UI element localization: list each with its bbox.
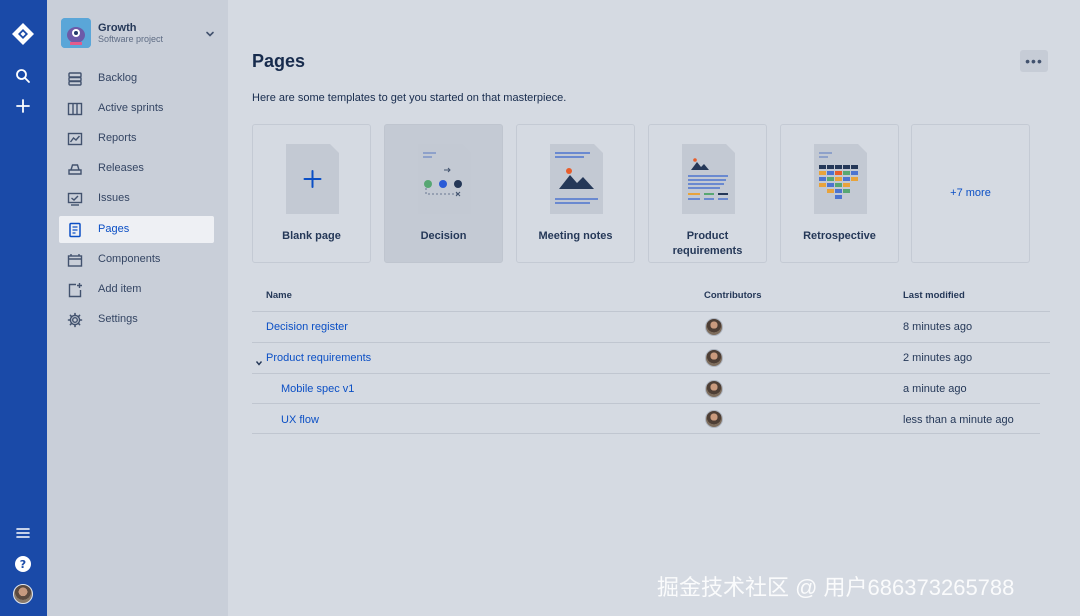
sidebar-item-label: Reports <box>98 132 137 144</box>
sidebar-item-add-item[interactable]: Add item <box>59 276 214 303</box>
more-templates-link[interactable]: +7 more <box>912 187 1029 199</box>
watermark: 掘金技术社区 @ 用户686373265788 <box>657 575 1015 600</box>
template-label: Retrospective <box>803 230 876 242</box>
divider <box>252 403 1040 404</box>
project-name: Growth <box>98 22 137 34</box>
create-icon[interactable] <box>11 94 35 118</box>
page-link[interactable]: Decision register <box>266 321 348 333</box>
sidebar-item-label: Active sprints <box>98 102 164 114</box>
sidebar-item-backlog[interactable]: Backlog <box>59 65 214 92</box>
divider <box>252 373 1050 374</box>
sidebar-item-label: Releases <box>98 162 144 174</box>
intro-text: Here are some templates to get you start… <box>252 92 567 104</box>
user-avatar[interactable] <box>13 584 33 604</box>
help-icon[interactable]: ? <box>11 552 35 576</box>
sidebar-item-label: Issues <box>98 192 130 204</box>
more-options-button[interactable]: ••• <box>1020 50 1048 72</box>
project-switcher[interactable]: Growth Software project <box>61 18 216 50</box>
column-header-name[interactable]: Name <box>266 290 292 301</box>
jira-logo-icon[interactable] <box>11 22 35 46</box>
global-nav: ? <box>0 0 47 616</box>
sidebar-item-components[interactable]: Components <box>59 246 214 273</box>
last-modified: 8 minutes ago <box>903 321 973 333</box>
board-icon <box>67 101 83 117</box>
search-icon[interactable] <box>11 64 35 88</box>
reports-icon <box>67 131 83 147</box>
column-header-contributors: Contributors <box>704 290 762 301</box>
last-modified: a minute ago <box>903 383 967 395</box>
divider <box>252 342 1050 343</box>
svg-text:?: ? <box>20 558 26 571</box>
last-modified: less than a minute ago <box>903 414 1014 426</box>
blank-page-icon <box>286 144 339 214</box>
chevron-down-icon[interactable] <box>255 354 263 366</box>
template-card-decision[interactable]: Decision <box>384 124 503 263</box>
template-label: Decision <box>420 230 467 242</box>
contributor-avatar[interactable] <box>705 380 723 398</box>
divider <box>252 311 1050 312</box>
contributor-avatar[interactable] <box>705 410 723 428</box>
page-title: Pages <box>252 51 306 71</box>
project-avatar-icon <box>61 18 91 48</box>
project-sidebar: Growth Software project Backlog Active s… <box>47 0 228 616</box>
main-content: Pages ••• Here are some templates to get… <box>228 0 1080 616</box>
page-link[interactable]: Mobile spec v1 <box>281 383 354 395</box>
sidebar-item-settings[interactable]: Settings <box>59 306 214 333</box>
sidebar-item-label: Backlog <box>98 72 138 84</box>
retrospective-icon <box>814 144 867 214</box>
last-modified: 2 minutes ago <box>903 352 973 364</box>
template-card-retrospective[interactable]: Retrospective <box>780 124 899 263</box>
chevron-down-icon[interactable] <box>204 27 216 39</box>
sidebar-item-label: Pages <box>98 223 130 235</box>
template-label: Blank page <box>282 230 341 242</box>
contributor-avatar[interactable] <box>705 349 723 367</box>
backlog-icon <box>67 71 83 87</box>
sidebar-item-pages[interactable]: Pages <box>59 216 214 243</box>
page-link[interactable]: UX flow <box>281 414 319 426</box>
sidebar-item-label: Components <box>98 253 161 265</box>
page-link[interactable]: Product requirements <box>266 352 371 364</box>
column-header-last-modified[interactable]: Last modified <box>903 290 965 301</box>
sidebar-item-reports[interactable]: Reports <box>59 125 214 152</box>
meeting-notes-icon <box>550 144 603 214</box>
add-item-icon <box>67 282 83 298</box>
template-card-more[interactable]: +7 more <box>911 124 1030 263</box>
releases-icon <box>67 161 83 177</box>
template-label-line: requirements <box>672 245 743 257</box>
template-card-blank-page[interactable]: Blank page <box>252 124 371 263</box>
template-label-line: Product <box>686 230 729 242</box>
sidebar-item-issues[interactable]: Issues <box>59 185 214 212</box>
more-icon: ••• <box>1025 53 1043 69</box>
decision-icon <box>418 144 471 214</box>
template-label: Meeting notes <box>538 230 613 242</box>
divider <box>252 433 1040 434</box>
template-card-product-requirements[interactable]: Product requirements <box>648 124 767 263</box>
template-label: Product requirements <box>649 229 766 259</box>
sidebar-item-label: Add item <box>98 283 142 295</box>
sidebar-item-active-sprints[interactable]: Active sprints <box>59 95 214 122</box>
sidebar-item-releases[interactable]: Releases <box>59 155 214 182</box>
sidebar-item-label: Settings <box>98 313 138 325</box>
project-type: Software project <box>98 34 164 44</box>
template-card-meeting-notes[interactable]: Meeting notes <box>516 124 635 263</box>
settings-icon <box>67 312 83 328</box>
components-icon <box>67 252 83 268</box>
menu-icon[interactable] <box>11 521 35 545</box>
page-icon <box>67 222 83 238</box>
issues-icon <box>67 191 83 207</box>
contributor-avatar[interactable] <box>705 318 723 336</box>
product-requirements-icon <box>682 144 735 214</box>
